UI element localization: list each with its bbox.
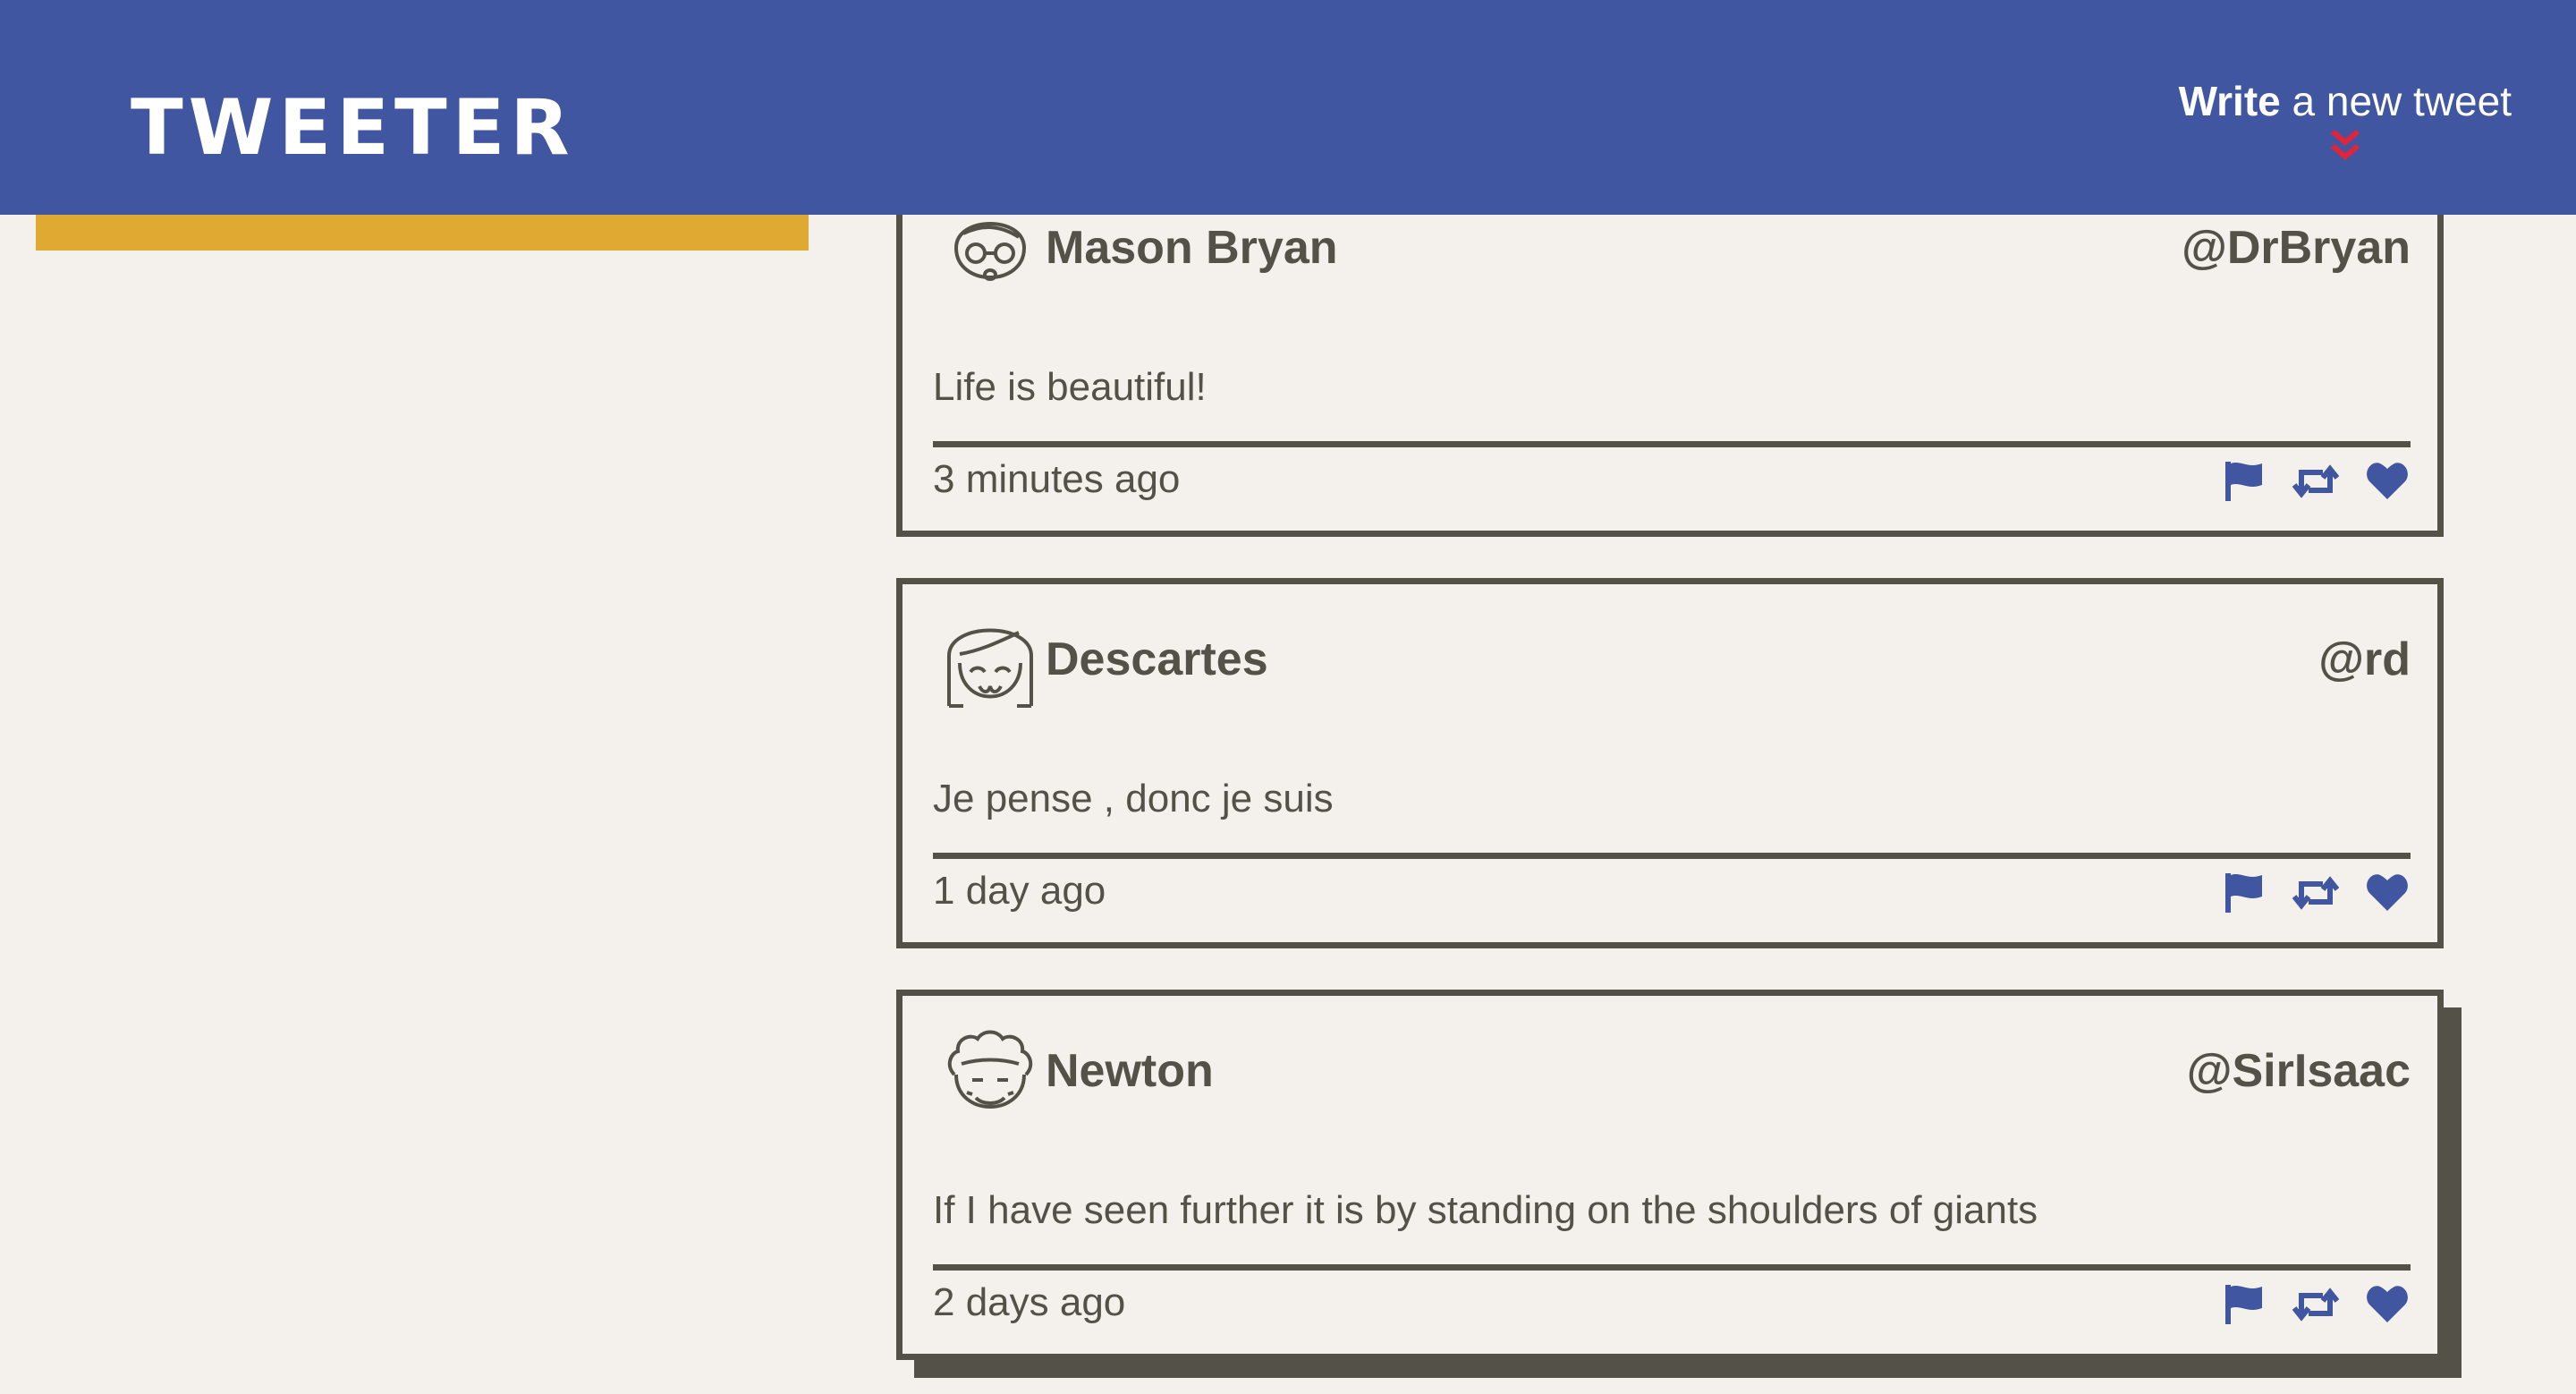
brand-logo[interactable]: TWEETER: [131, 89, 575, 166]
navbar: TWEETER Write a new tweet: [0, 0, 2576, 215]
compose-label: a new tweet: [2292, 78, 2512, 124]
tweet-actions: [2221, 870, 2411, 916]
double-chevron-down-icon[interactable]: [2327, 126, 2363, 166]
heart-icon[interactable]: [2364, 1281, 2411, 1328]
tweet-author-handle: @SirIsaac: [2186, 1045, 2411, 1097]
write-new-tweet-button[interactable]: Write a new tweet: [2179, 77, 2512, 166]
heart-icon[interactable]: [2364, 870, 2411, 916]
tweet-author-name: Descartes: [1046, 633, 1268, 685]
tweet-card: Mason Bryan @DrBryan Life is beautiful! …: [896, 166, 2444, 537]
retweet-icon[interactable]: [2292, 870, 2339, 916]
profile-banner: [36, 215, 809, 251]
flag-icon[interactable]: [2221, 458, 2267, 505]
tweet-footer: 2 days ago: [933, 1264, 2411, 1342]
flag-icon[interactable]: [2221, 870, 2267, 916]
flag-icon[interactable]: [2221, 1281, 2267, 1328]
compose-label-bold: Write: [2178, 78, 2281, 124]
curly-hair-face-icon: [947, 1030, 1033, 1109]
tweet-author-name: Newton: [1046, 1045, 1214, 1097]
tweet-author-handle: @rd: [2318, 633, 2411, 685]
heart-icon[interactable]: [2364, 458, 2411, 505]
tweet-author-name: Mason Bryan: [1046, 222, 1338, 274]
tweet-content: If I have seen further it is by standing…: [933, 1188, 2038, 1232]
bob-hair-face-icon: [947, 628, 1033, 708]
tweet-card: Newton @SirIsaac If I have seen further …: [896, 990, 2444, 1360]
retweet-icon[interactable]: [2292, 1281, 2339, 1328]
tweet-footer: 3 minutes ago: [933, 441, 2411, 519]
retweet-icon[interactable]: [2292, 458, 2339, 505]
tweet-card: Descartes @rd Je pense , donc je suis 1 …: [896, 578, 2444, 948]
tweet-timestamp: 2 days ago: [933, 1280, 1126, 1324]
tweet-actions: [2221, 1281, 2411, 1328]
tweet-content: Life is beautiful!: [933, 365, 1207, 409]
tweet-footer: 1 day ago: [933, 853, 2411, 931]
tweet-timestamp: 1 day ago: [933, 869, 1106, 913]
tweet-content: Je pense , donc je suis: [933, 777, 1334, 820]
tweet-timestamp: 3 minutes ago: [933, 457, 1181, 501]
tweet-author-handle: @DrBryan: [2182, 222, 2411, 274]
tweet-actions: [2221, 458, 2411, 505]
